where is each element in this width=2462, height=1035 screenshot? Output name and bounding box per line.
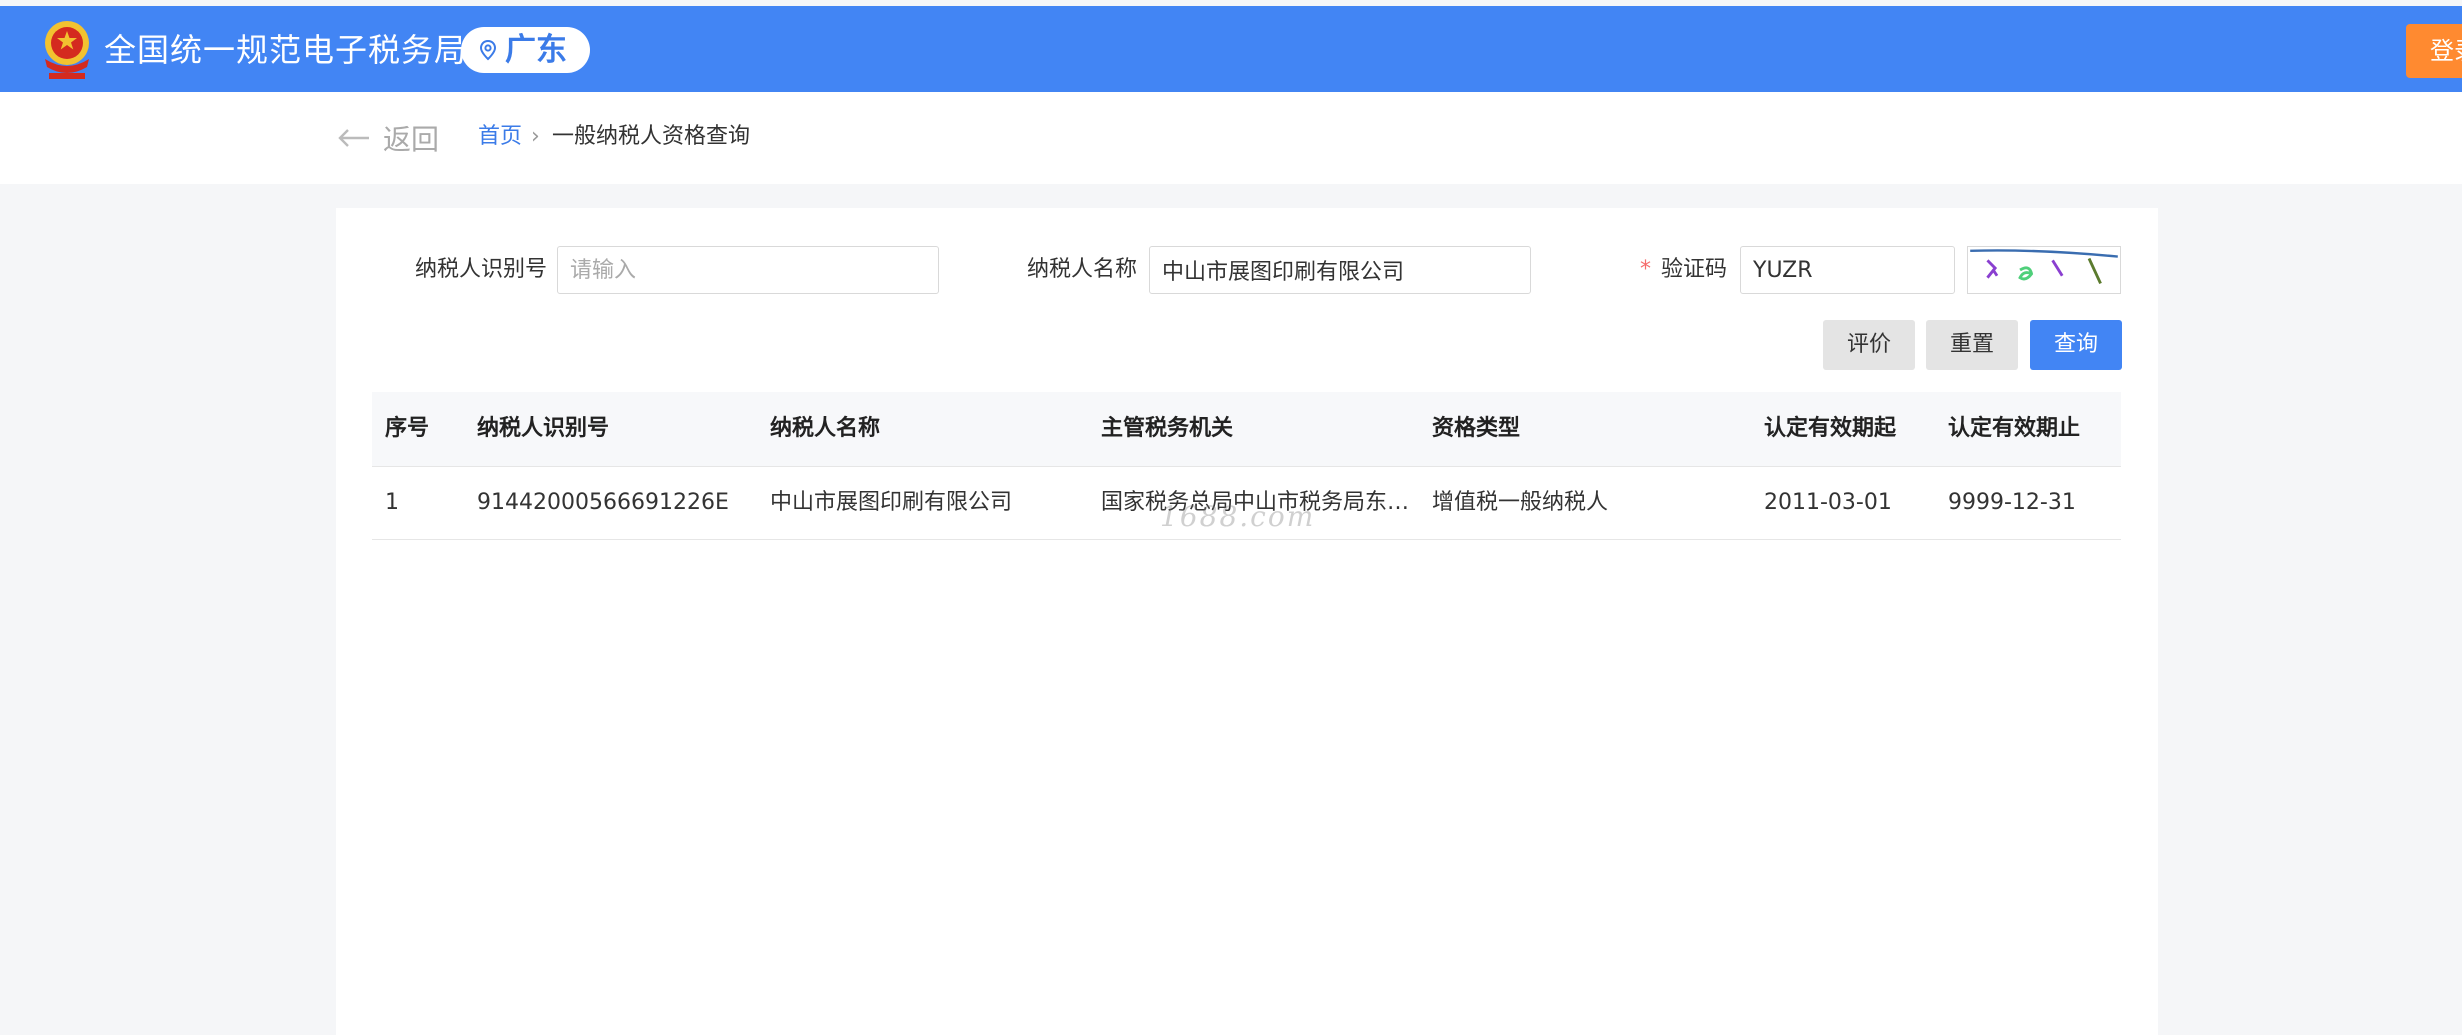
header-valid-from: 认定有效期起 (1764, 416, 1897, 441)
national-emblem-icon (45, 21, 89, 79)
breadcrumb-current: 一般纳税人资格查询 (552, 124, 751, 149)
region-selector[interactable]: 广东 (461, 27, 590, 73)
breadcrumb-home-link[interactable]: 首页 (478, 122, 522, 152)
header-index: 序号 (385, 416, 430, 441)
header-tax-authority: 主管税务机关 (1101, 416, 1234, 441)
header-qualification-type: 资格类型 (1432, 416, 1521, 441)
cell-taxpayer-id: 91442000566691226E (477, 490, 729, 515)
watermark: 1688.com (1160, 500, 1316, 533)
reset-button[interactable]: 重置 (1926, 320, 2018, 370)
header-valid-to: 认定有效期止 (1948, 416, 2081, 441)
cell-taxpayer-name: 中山市展图印刷有限公司 (770, 490, 1013, 515)
back-button[interactable]: 返回 (337, 118, 439, 158)
top-header-bar: 全国统一规范电子税务局 广东 登录 (0, 6, 2462, 92)
cell-qualification-type: 增值税一般纳税人 (1432, 490, 1609, 515)
header-taxpayer-id: 纳税人识别号 (477, 416, 610, 441)
cell-valid-from: 2011-03-01 (1764, 490, 1892, 515)
header-taxpayer-name: 纳税人名称 (770, 416, 881, 441)
breadcrumb-separator: › (531, 124, 540, 149)
required-mark: * (1640, 257, 1651, 282)
taxpayer-name-input[interactable] (1149, 246, 1531, 294)
table-header: 序号 纳税人识别号 纳税人名称 主管税务机关 资格类型 认定有效期起 认定有效期… (372, 392, 2121, 467)
evaluate-button[interactable]: 评价 (1823, 320, 1915, 370)
taxpayer-name-label: 纳税人名称 (1027, 257, 1138, 282)
back-label: 返回 (383, 123, 440, 156)
login-button[interactable]: 登录 (2406, 24, 2462, 78)
region-name: 广东 (505, 32, 567, 68)
taxpayer-id-label: 纳税人识别号 (415, 257, 548, 282)
captcha-label-text: 验证码 (1661, 257, 1728, 282)
arrow-left-icon (338, 129, 369, 147)
taxpayer-id-input[interactable] (557, 246, 939, 294)
cell-index: 1 (385, 490, 399, 515)
site-title: 全国统一规范电子税务局 (104, 31, 468, 69)
location-pin-icon (479, 39, 497, 61)
captcha-input[interactable] (1740, 246, 1955, 294)
captcha-label: * 验证码 (1640, 255, 1727, 285)
query-button[interactable]: 查询 (2030, 320, 2122, 370)
cell-valid-to: 9999-12-31 (1948, 490, 2076, 515)
captcha-image[interactable] (1967, 246, 2121, 294)
